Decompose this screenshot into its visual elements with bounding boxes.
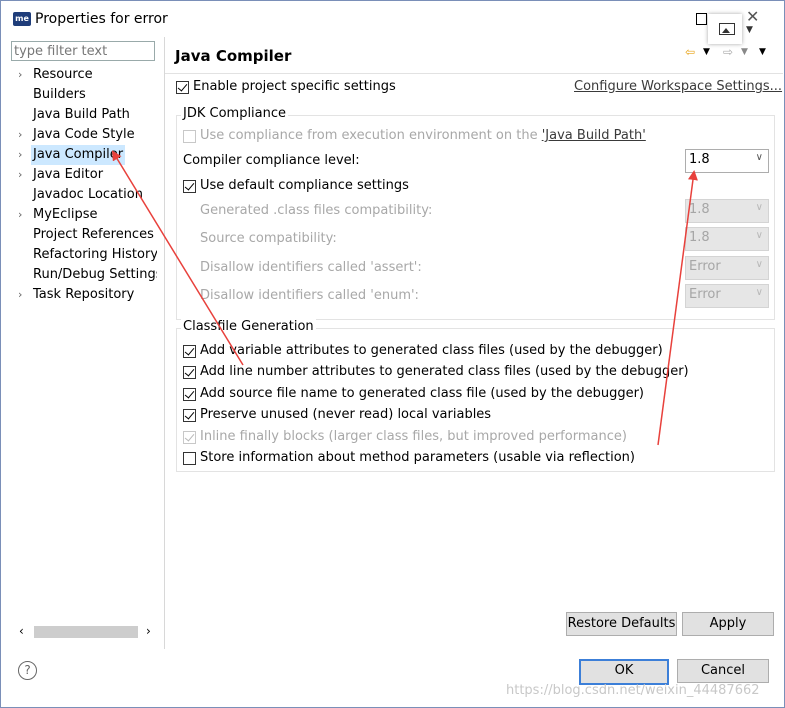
disallow-assert-label: Disallow identifiers called 'assert': [200,260,422,275]
checkbox-icon[interactable] [183,130,196,143]
help-icon[interactable]: ? [18,661,37,680]
filter-input[interactable] [11,41,155,61]
compliance-level-select[interactable]: 1.8 ∨ [685,149,769,173]
tree-item-resource[interactable]: › Resource [7,65,157,85]
checkbox-icon[interactable] [183,345,196,358]
classfile-generation-title: Classfile Generation [181,319,316,334]
chevron-right-icon[interactable]: › [18,285,22,305]
forward-menu-chevron-icon[interactable]: ▼ [741,47,748,57]
scrollbar-thumb[interactable] [34,626,138,638]
source-compat-label: Source compatibility: [200,231,337,246]
restore-defaults-button[interactable]: Restore Defaults [566,612,677,636]
view-menu-icon[interactable]: ▼ [759,47,766,57]
window-title: Properties for error [35,11,168,27]
chevron-down-icon[interactable]: ▼ [746,25,753,35]
cancel-button[interactable]: Cancel [677,659,769,683]
chevron-down-icon: ∨ [755,202,763,213]
scroll-left-icon[interactable]: ‹ [19,624,24,638]
image-icon [719,23,735,35]
scroll-right-icon[interactable]: › [146,624,151,638]
properties-dialog: me Properties for error ✕ ›Resource Buil… [0,0,785,708]
chevron-down-icon: ∨ [755,287,763,298]
checkbox-icon[interactable] [176,81,189,94]
page-navigation: ⇦ ▼ ⇨ ▼ ▼ [685,45,775,61]
configure-workspace-link[interactable]: Configure Workspace Settings... [574,77,782,97]
page-panel: Java Compiler ⇦ ▼ ⇨ ▼ ▼ Enable project s… [165,37,783,649]
ok-button[interactable]: OK [579,659,669,685]
chevron-down-icon: ∨ [755,259,763,270]
image-toolbar-icon[interactable] [708,14,742,44]
classfile-generation-group: Classfile Generation Add variable attrib… [176,319,775,472]
checkbox-icon[interactable] [183,366,196,379]
forward-arrow-icon[interactable]: ⇨ [723,45,733,59]
back-menu-chevron-icon[interactable]: ▼ [703,47,710,57]
chevron-right-icon[interactable]: › [18,165,22,185]
tree-item-java-compiler[interactable]: › Java Compiler [7,145,157,165]
disallow-enum-select[interactable]: Error ∨ [685,284,769,308]
chevron-right-icon[interactable]: › [18,125,22,145]
maximize-button[interactable] [696,13,707,25]
disallow-assert-select[interactable]: Error ∨ [685,256,769,280]
checkbox-icon[interactable] [183,452,196,465]
chevron-right-icon[interactable]: › [18,205,22,225]
chevron-right-icon[interactable]: › [18,145,22,165]
chevron-right-icon[interactable]: › [18,65,22,85]
disallow-enum-label: Disallow identifiers called 'enum': [200,288,419,303]
tree-item-run-debug-settings[interactable]: Run/Debug Settings [7,265,157,285]
page-title: Java Compiler [175,47,292,65]
title-separator [165,73,783,74]
apply-button[interactable]: Apply [682,612,774,636]
myeclipse-app-icon: me [13,12,31,26]
tree-item-java-editor[interactable]: › Java Editor [7,165,157,185]
chevron-down-icon: ∨ [755,230,763,241]
tree-item-project-references[interactable]: Project References [7,225,157,245]
generated-compat-select[interactable]: 1.8 ∨ [685,199,769,223]
compliance-level-label: Compiler compliance level: [183,153,360,168]
java-build-path-link[interactable]: 'Java Build Path' [542,128,646,143]
jdk-compliance-group: JDK Compliance Use compliance from execu… [176,106,775,320]
checkbox-icon[interactable] [183,180,196,193]
tree-item-builders[interactable]: Builders [7,85,157,105]
generated-compat-label: Generated .class files compatibility: [200,203,433,218]
tree-item-myeclipse[interactable]: › MyEclipse [7,205,157,225]
chevron-down-icon: ∨ [755,152,763,163]
preference-tree-panel: ›Resource Builders Java Build Path ›Java… [7,37,164,649]
tree-item-javadoc-location[interactable]: Javadoc Location [7,185,157,205]
tree-item-java-code-style[interactable]: › Java Code Style [7,125,157,145]
checkbox-icon[interactable] [183,409,196,422]
title-bar: me Properties for error ✕ [1,1,784,37]
back-arrow-icon[interactable]: ⇦ [685,45,695,59]
close-button[interactable]: ✕ [746,7,759,26]
tree-item-task-repository[interactable]: › Task Repository [7,285,157,305]
jdk-compliance-title: JDK Compliance [181,106,289,121]
tree-item-java-build-path[interactable]: Java Build Path [7,105,157,125]
source-compat-select[interactable]: 1.8 ∨ [685,227,769,251]
tree-horizontal-scrollbar[interactable]: ‹ › [13,623,157,639]
checkbox-icon[interactable] [183,431,196,444]
checkbox-icon[interactable] [183,388,196,401]
tree-item-refactoring-history[interactable]: Refactoring History [7,245,157,265]
watermark-text: https://blog.csdn.net/weixin_44487662 [506,683,760,698]
